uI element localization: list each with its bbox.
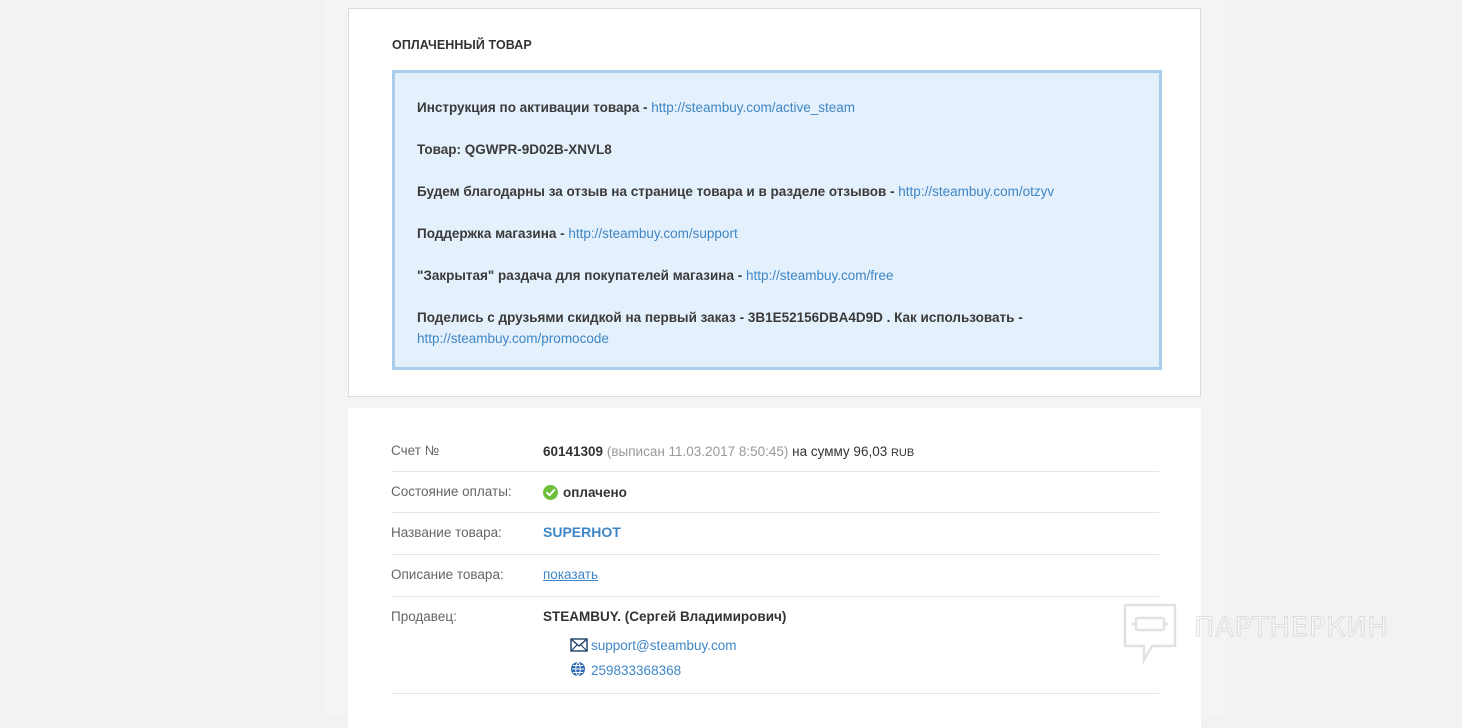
account-number: 60141309 <box>543 444 604 459</box>
paid-product-card: ОПЛАЧЕННЫЙ ТОВАР Инструкция по активации… <box>348 8 1201 397</box>
account-currency: RUB <box>890 447 915 459</box>
description-label: Описание товара: <box>391 567 504 582</box>
seller-name: STEAMBUY. (Сергей Владимирович) <box>543 609 787 624</box>
watermark: ПАРТНЕРКИН <box>1122 602 1422 665</box>
product-name-link[interactable]: SUPERHOT <box>543 524 621 540</box>
account-issued: (выписан 11.03.2017 8:50:45) <box>606 444 789 459</box>
activation-link[interactable]: http://steambuy.com/active_steam <box>651 100 855 115</box>
seller-wmid-link[interactable]: 259833368368 <box>591 663 681 678</box>
invoice-row-account: Счет № 60141309 (выписан 11.03.2017 8:50… <box>391 430 1159 472</box>
invoice-info-card: Счет № 60141309 (выписан 11.03.2017 8:50… <box>348 408 1201 728</box>
review-request-line: Будем благодарны за отзыв на странице то… <box>417 184 1055 199</box>
product-key-line: Товар: QGWPR-9D02B-XNVL8 <box>417 142 612 157</box>
support-line: Поддержка магазина - http://steambuy.com… <box>417 226 738 241</box>
free-link[interactable]: http://steambuy.com/free <box>746 268 894 283</box>
product-content-box: Инструкция по активации товара - http://… <box>392 70 1162 370</box>
support-link[interactable]: http://steambuy.com/support <box>568 226 737 241</box>
seller-email-link[interactable]: support@steambuy.com <box>591 638 737 653</box>
paid-section-title: ОПЛАЧЕННЫЙ ТОВАР <box>392 38 532 52</box>
status-text: оплачено <box>563 485 627 500</box>
review-link[interactable]: http://steambuy.com/otzyv <box>898 184 1054 199</box>
product-name-label: Название товара: <box>391 525 502 540</box>
seller-label: Продавец: <box>391 609 457 624</box>
promocode-link[interactable]: http://steambuy.com/promocode <box>417 331 609 346</box>
invoice-row-seller: Продавец: STEAMBUY. (Сергей Владимирович… <box>391 597 1159 694</box>
envelope-icon <box>570 638 588 652</box>
check-circle-icon <box>543 485 558 500</box>
watermark-text: ПАРТНЕРКИН <box>1194 612 1389 644</box>
activation-instruction-line: Инструкция по активации товара - http://… <box>417 100 856 115</box>
show-description-link[interactable]: показать <box>543 567 598 582</box>
product-name-value[interactable]: SUPERHOT <box>543 524 621 540</box>
status-label: Состояние оплаты: <box>391 484 512 499</box>
seller-wmid-line: 259833368368 <box>570 661 681 678</box>
watermark-logo-icon <box>1123 603 1177 665</box>
seller-email-line: support@steambuy.com <box>570 638 737 653</box>
invoice-row-product: Название товара: SUPERHOT <box>391 513 1159 555</box>
account-value: 60141309 (выписан 11.03.2017 8:50:45) на… <box>543 444 914 459</box>
invoice-row-description: Описание товара: показать <box>391 555 1159 597</box>
account-label: Счет № <box>391 443 440 458</box>
invoice-row-status: Состояние оплаты: оплачено <box>391 472 1159 513</box>
webmoney-globe-icon <box>570 661 588 677</box>
status-value: оплачено <box>543 485 627 500</box>
account-sum: на сумму 96,03 <box>792 444 888 459</box>
description-value: показать <box>543 567 598 582</box>
closed-giveaway-line: "Закрытая" раздача для покупателей магаз… <box>417 268 894 283</box>
promo-line: Поделись с друзьями скидкой на первый за… <box>417 310 1023 346</box>
